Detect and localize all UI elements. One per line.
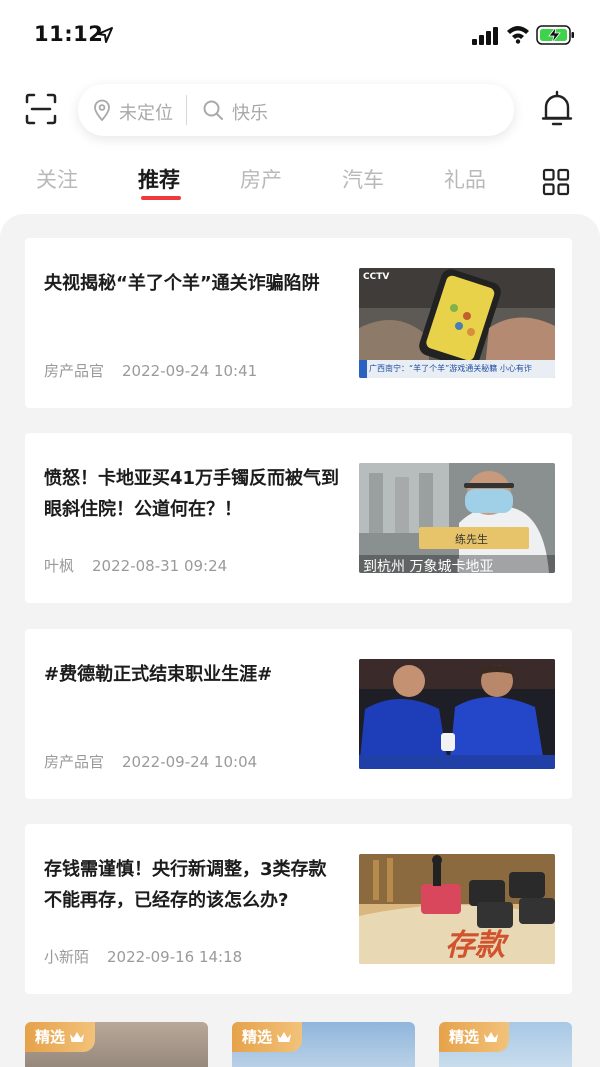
article-thumbnail xyxy=(359,659,555,769)
location-arrow-icon xyxy=(97,27,113,43)
location-pin-icon xyxy=(94,99,110,121)
tab-recommend[interactable]: 推荐 xyxy=(138,164,180,194)
featured-badge: 精选 xyxy=(232,1022,303,1052)
battery-charging-icon xyxy=(536,25,574,45)
grid-menu-icon[interactable] xyxy=(542,168,570,196)
tab-real-estate[interactable]: 房产 xyxy=(240,164,282,194)
article-date: 2022-08-31 09:24 xyxy=(92,557,228,575)
article-thumbnail: 存款 xyxy=(359,854,555,964)
article-meta: 叶枫 2022-08-31 09:24 xyxy=(44,555,227,576)
thumbnail-logo: CCTV xyxy=(363,272,390,282)
featured-item[interactable]: 精选 xyxy=(232,1022,415,1067)
article-title: 愤怒！卡地亚买41万手镯反而被气到眼斜住院！公道何在？！ xyxy=(44,468,340,520)
tab-cars[interactable]: 汽车 xyxy=(342,164,384,194)
category-tabs: 关注 推荐 房产 汽车 礼品 xyxy=(0,160,600,210)
news-card[interactable]: 央视揭秘“羊了个羊”通关诈骗陷阱 房产品官 2022-09-24 10:41 广西… xyxy=(25,238,572,408)
article-title: #费德勒正式结束职业生涯# xyxy=(44,664,273,685)
article-date: 2022-09-24 10:41 xyxy=(122,362,258,380)
article-thumbnail: 到杭州 万象城卡地亚 练先生 xyxy=(359,463,555,573)
search-row: 未定位 快乐 xyxy=(0,82,600,138)
featured-item[interactable]: 精选 xyxy=(439,1022,572,1067)
featured-badge: 精选 xyxy=(25,1022,96,1052)
divider xyxy=(186,95,187,125)
search-icon xyxy=(203,100,223,120)
active-tab-indicator xyxy=(141,196,181,200)
tab-follow[interactable]: 关注 xyxy=(36,164,78,194)
location-selector[interactable]: 未定位 xyxy=(119,99,173,125)
article-author: 叶枫 xyxy=(44,557,75,575)
crown-icon xyxy=(70,1032,85,1042)
bell-icon[interactable] xyxy=(540,90,574,128)
thumbnail-caption: 广西南宁：“羊了个羊”游戏通关秘籍 小心有诈 xyxy=(369,364,532,373)
tab-gifts[interactable]: 礼品 xyxy=(444,164,486,194)
featured-badge: 精选 xyxy=(439,1022,510,1052)
crown-icon xyxy=(277,1032,292,1042)
status-time: 11:12 xyxy=(34,22,104,46)
news-card[interactable]: #费德勒正式结束职业生涯# 房产品官 2022-09-24 10:04 xyxy=(25,629,572,799)
article-meta: 房产品官 2022-09-24 10:04 xyxy=(44,751,257,772)
news-card[interactable]: 存钱需谨慎！央行新调整，3类存款不能再存，已经存的该怎么办? 小新陌 2022-0… xyxy=(25,824,572,994)
featured-badge-label: 精选 xyxy=(35,1028,66,1046)
news-card[interactable]: 愤怒！卡地亚买41万手镯反而被气到眼斜住院！公道何在？！ 叶枫 2022-08-3… xyxy=(25,433,572,603)
search-input[interactable]: 快乐 xyxy=(232,99,268,125)
article-thumbnail: 广西南宁：“羊了个羊”游戏通关秘籍 小心有诈 CCTV xyxy=(359,268,555,378)
article-author: 小新陌 xyxy=(44,948,90,966)
search-box[interactable]: 未定位 快乐 xyxy=(78,84,514,136)
crown-icon xyxy=(484,1032,499,1042)
thumbnail-caption: 到杭州 万象城卡地亚 xyxy=(363,559,494,573)
article-date: 2022-09-24 10:04 xyxy=(122,753,258,771)
cellular-signal-icon xyxy=(472,27,498,45)
featured-badge-label: 精选 xyxy=(449,1028,480,1046)
article-title: 存钱需谨慎！央行新调整，3类存款不能再存，已经存的该怎么办? xyxy=(44,859,327,911)
news-feed: 央视揭秘“羊了个羊”通关诈骗陷阱 房产品官 2022-09-24 10:41 广西… xyxy=(0,214,600,1067)
scan-icon[interactable] xyxy=(24,92,58,126)
featured-badge-label: 精选 xyxy=(242,1028,273,1046)
status-bar: 11:12 xyxy=(0,0,600,70)
article-author: 房产品官 xyxy=(44,753,105,771)
featured-item[interactable]: 精选 xyxy=(25,1022,208,1067)
article-title: 央视揭秘“羊了个羊”通关诈骗陷阱 xyxy=(44,273,320,294)
thumbnail-caption: 存款 xyxy=(445,928,505,963)
article-date: 2022-09-16 14:18 xyxy=(107,948,243,966)
article-meta: 小新陌 2022-09-16 14:18 xyxy=(44,946,242,967)
article-meta: 房产品官 2022-09-24 10:41 xyxy=(44,360,257,381)
thumbnail-tag: 练先生 xyxy=(455,533,488,546)
article-author: 房产品官 xyxy=(44,362,105,380)
wifi-icon xyxy=(507,26,529,44)
